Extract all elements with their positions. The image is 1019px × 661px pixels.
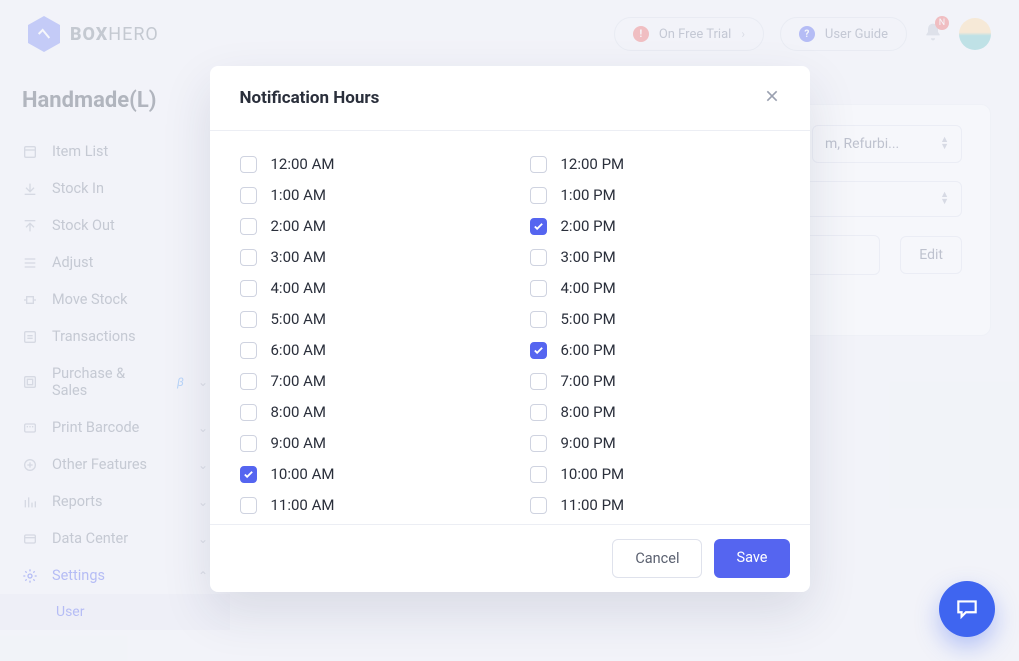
hour-option-am-10[interactable]: 10:00 AM [240, 465, 490, 483]
checkbox[interactable] [530, 342, 547, 359]
hour-option-pm-6[interactable]: 6:00 PM [530, 341, 780, 359]
checkbox[interactable] [240, 249, 257, 266]
hour-label: 7:00 AM [271, 372, 327, 390]
hour-option-am-2[interactable]: 2:00 AM [240, 217, 490, 235]
help-fab[interactable] [939, 581, 995, 637]
hour-option-am-1[interactable]: 1:00 AM [240, 186, 490, 204]
close-icon[interactable] [764, 88, 780, 108]
checkbox[interactable] [530, 497, 547, 514]
hour-option-pm-2[interactable]: 2:00 PM [530, 217, 780, 235]
hours-pm-column: 12:00 PM 1:00 PM 2:00 PM 3:00 PM 4:00 PM 5:00… [530, 155, 780, 514]
checkbox[interactable] [240, 218, 257, 235]
cancel-button[interactable]: Cancel [612, 539, 702, 578]
checkbox[interactable] [240, 497, 257, 514]
hour-option-pm-5[interactable]: 5:00 PM [530, 310, 780, 328]
hour-option-pm-3[interactable]: 3:00 PM [530, 248, 780, 266]
hour-label: 5:00 PM [561, 310, 616, 328]
hour-label: 10:00 AM [271, 465, 335, 483]
hour-option-pm-8[interactable]: 8:00 PM [530, 403, 780, 421]
hour-label: 6:00 AM [271, 341, 327, 359]
checkbox[interactable] [530, 156, 547, 173]
hour-option-am-9[interactable]: 9:00 AM [240, 434, 490, 452]
notification-hours-modal: Notification Hours 12:00 AM 1:00 AM 2:00 A… [210, 66, 810, 592]
hour-label: 11:00 PM [561, 496, 625, 514]
hour-label: 8:00 PM [561, 403, 616, 421]
hour-label: 2:00 PM [561, 217, 616, 235]
hour-label: 4:00 AM [271, 279, 327, 297]
hour-option-am-8[interactable]: 8:00 AM [240, 403, 490, 421]
hour-option-am-0[interactable]: 12:00 AM [240, 155, 490, 173]
checkbox[interactable] [240, 435, 257, 452]
hour-label: 10:00 PM [561, 465, 625, 483]
checkbox[interactable] [530, 280, 547, 297]
hour-label: 6:00 PM [561, 341, 616, 359]
checkbox[interactable] [240, 404, 257, 421]
checkbox[interactable] [530, 435, 547, 452]
hour-label: 12:00 AM [271, 155, 335, 173]
hour-option-pm-10[interactable]: 10:00 PM [530, 465, 780, 483]
checkbox[interactable] [240, 373, 257, 390]
hour-option-pm-9[interactable]: 9:00 PM [530, 434, 780, 452]
hour-label: 7:00 PM [561, 372, 616, 390]
hour-label: 8:00 AM [271, 403, 327, 421]
hour-option-am-7[interactable]: 7:00 AM [240, 372, 490, 390]
hour-label: 4:00 PM [561, 279, 616, 297]
hour-option-am-6[interactable]: 6:00 AM [240, 341, 490, 359]
hour-option-am-4[interactable]: 4:00 AM [240, 279, 490, 297]
hours-am-column: 12:00 AM 1:00 AM 2:00 AM 3:00 AM 4:00 AM 5:00… [240, 155, 490, 514]
hour-label: 12:00 PM [561, 155, 625, 173]
hour-label: 3:00 AM [271, 248, 327, 266]
checkbox[interactable] [240, 466, 257, 483]
checkbox[interactable] [530, 218, 547, 235]
hour-label: 5:00 AM [271, 310, 327, 328]
checkbox[interactable] [530, 311, 547, 328]
checkbox[interactable] [530, 404, 547, 421]
hour-option-pm-11[interactable]: 11:00 PM [530, 496, 780, 514]
hour-label: 9:00 PM [561, 434, 616, 452]
modal-title: Notification Hours [240, 88, 380, 108]
hour-option-am-5[interactable]: 5:00 AM [240, 310, 490, 328]
hour-label: 9:00 AM [271, 434, 327, 452]
hour-label: 1:00 AM [271, 186, 327, 204]
hour-label: 2:00 AM [271, 217, 327, 235]
checkbox[interactable] [530, 187, 547, 204]
hour-label: 3:00 PM [561, 248, 616, 266]
hour-option-am-11[interactable]: 11:00 AM [240, 496, 490, 514]
hour-option-am-3[interactable]: 3:00 AM [240, 248, 490, 266]
checkbox[interactable] [240, 311, 257, 328]
hour-option-pm-4[interactable]: 4:00 PM [530, 279, 780, 297]
hour-option-pm-0[interactable]: 12:00 PM [530, 155, 780, 173]
checkbox[interactable] [530, 373, 547, 390]
hour-label: 11:00 AM [271, 496, 335, 514]
checkbox[interactable] [240, 187, 257, 204]
checkbox[interactable] [530, 249, 547, 266]
checkbox[interactable] [530, 466, 547, 483]
hour-label: 1:00 PM [561, 186, 616, 204]
checkbox[interactable] [240, 280, 257, 297]
checkbox[interactable] [240, 342, 257, 359]
save-button[interactable]: Save [714, 539, 789, 578]
hour-option-pm-1[interactable]: 1:00 PM [530, 186, 780, 204]
hour-option-pm-7[interactable]: 7:00 PM [530, 372, 780, 390]
checkbox[interactable] [240, 156, 257, 173]
